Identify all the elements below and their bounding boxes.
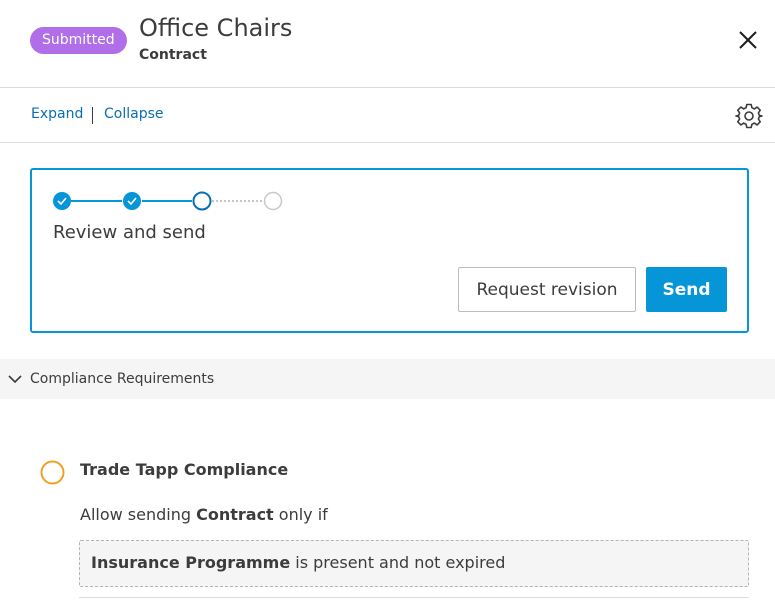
page-title: Office Chairs [139,14,293,42]
section-label: Compliance Requirements [30,371,215,387]
settings-button[interactable] [735,102,763,130]
condition-document: Insurance Programme [91,553,291,572]
current-step-title: Review and send [53,222,206,243]
condition-text: Insurance Programme is present and not e… [91,553,505,572]
status-badge: Submitted [30,27,127,54]
request-revision-button[interactable]: Request revision [458,267,636,312]
close-button[interactable] [736,28,760,52]
chevron-down-icon [8,375,22,384]
step-current-icon [192,191,212,211]
expand-link[interactable]: Expand [31,106,83,122]
gear-icon [735,103,763,129]
close-icon [739,31,757,49]
step-completed-icon [123,192,141,210]
requirement-rule: Allow sending Contract only if [80,505,328,524]
rule-document: Contract [196,505,274,524]
toolbar: Expand Collapse [0,88,775,143]
page-subtitle: Contract [139,47,207,63]
collapse-link[interactable]: Collapse [104,106,164,122]
link-divider [92,107,93,124]
compliance-section-toggle[interactable]: Compliance Requirements [0,359,775,399]
divider [79,597,749,598]
requirement-title: Trade Tapp Compliance [80,460,289,479]
send-button[interactable]: Send [646,267,727,312]
step-upcoming-icon [263,191,283,211]
panel-header: Submitted Office Chairs Contract [0,0,775,88]
workflow-card: Review and send Request revision Send [30,168,749,333]
step-completed-icon [53,192,71,210]
rule-suffix: only if [273,505,328,524]
pending-status-icon [40,460,65,485]
condition-box: Insurance Programme is present and not e… [79,540,749,587]
workflow-stepper [53,191,283,211]
condition-clause: is present and not expired [290,553,506,572]
rule-prefix: Allow sending [80,505,197,524]
